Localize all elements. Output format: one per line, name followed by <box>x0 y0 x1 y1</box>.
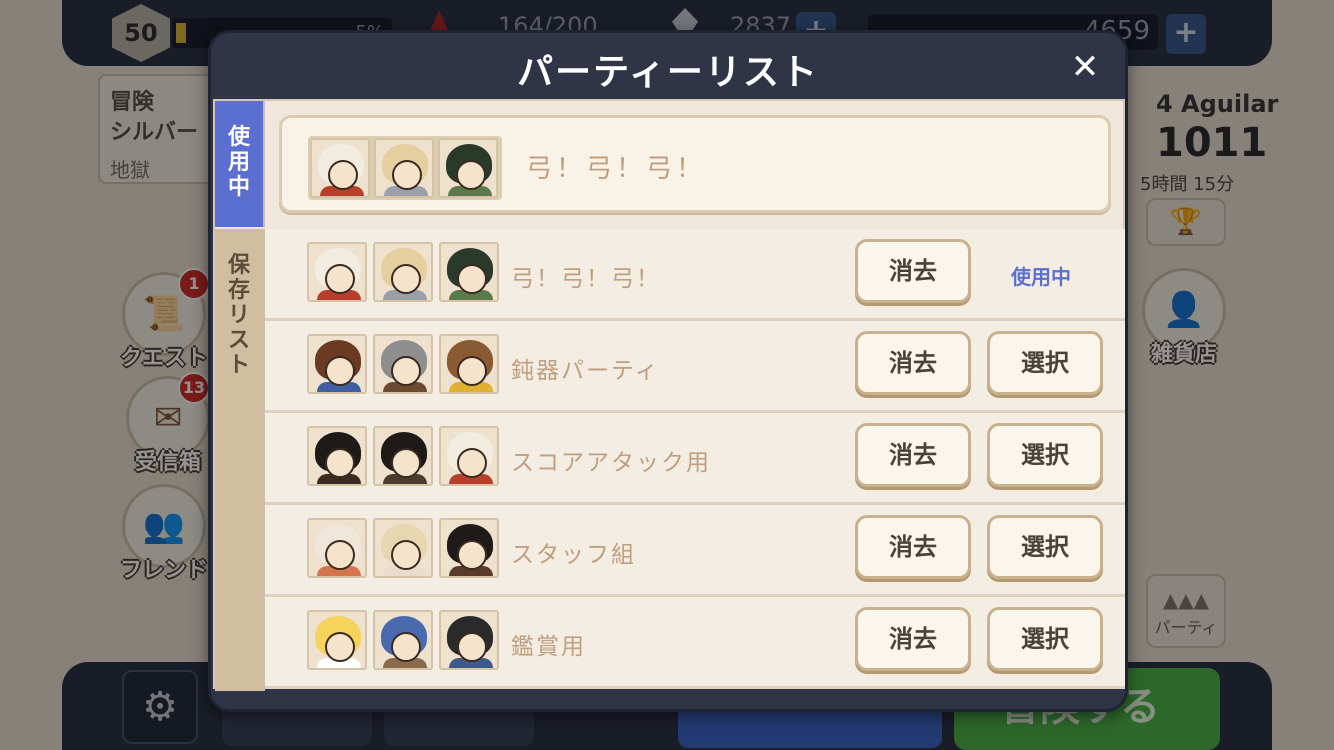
tab-saved-list[interactable]: 保 存 リ ス ト <box>215 229 265 691</box>
modal-body: 使 用 中 保 存 リ ス ト 弓！弓！弓！ 弓！弓！弓！ 消去 使用中鈍器パーティ… <box>213 99 1125 691</box>
tab-in-use-char: 中 <box>227 175 250 200</box>
portrait-face <box>391 540 421 570</box>
party-row: スタッフ組 消去 選択 <box>265 505 1125 597</box>
portrait-face <box>325 356 355 386</box>
portrait-face <box>457 448 487 478</box>
character-portrait <box>307 426 367 486</box>
character-portrait <box>439 242 499 302</box>
portrait-face <box>456 160 486 190</box>
character-portrait <box>307 334 367 394</box>
tab-in-use-char: 使 <box>227 125 250 150</box>
party-row-portraits <box>307 242 499 302</box>
character-portrait <box>307 518 367 578</box>
current-party-card: 弓！弓！弓！ <box>279 115 1111 213</box>
party-row-portraits <box>307 610 499 670</box>
character-portrait <box>439 426 499 486</box>
character-portrait <box>373 334 433 394</box>
select-button[interactable]: 選択 <box>987 331 1103 395</box>
portrait-face <box>391 264 421 294</box>
tab-saved-char: ト <box>227 353 250 378</box>
tab-saved-char: 存 <box>227 278 250 303</box>
party-name: 鑑賞用 <box>511 634 586 660</box>
party-row-portraits <box>307 426 499 486</box>
current-party-name: 弓！弓！弓！ <box>526 154 707 184</box>
character-portrait <box>307 610 367 670</box>
modal-title: パーティーリスト <box>517 52 819 93</box>
tab-saved-char: リ <box>227 303 250 328</box>
party-list-modal: パーティーリスト ✕ 使 用 中 保 存 リ ス ト 弓！弓！弓！ 弓！弓！弓！… <box>208 30 1128 712</box>
character-portrait <box>310 138 370 198</box>
character-portrait <box>374 138 434 198</box>
character-portrait <box>307 242 367 302</box>
party-name: スコアアタック用 <box>511 450 711 476</box>
tab-saved-char: ス <box>227 328 250 353</box>
delete-button[interactable]: 消去 <box>855 239 971 303</box>
portrait-face <box>391 356 421 386</box>
party-row-portraits <box>307 334 499 394</box>
character-portrait <box>439 610 499 670</box>
portrait-face <box>457 632 487 662</box>
party-name: スタッフ組 <box>511 542 636 568</box>
character-portrait <box>373 610 433 670</box>
character-portrait <box>373 242 433 302</box>
delete-button[interactable]: 消去 <box>855 423 971 487</box>
portrait-face <box>325 448 355 478</box>
close-icon[interactable]: ✕ <box>1065 47 1105 87</box>
portrait-face <box>325 632 355 662</box>
portrait-face <box>328 160 358 190</box>
select-button[interactable]: 選択 <box>987 515 1103 579</box>
select-button[interactable]: 選択 <box>987 423 1103 487</box>
select-button[interactable]: 選択 <box>987 607 1103 671</box>
tab-saved-char: 保 <box>227 253 250 278</box>
portrait-face <box>392 160 422 190</box>
delete-button[interactable]: 消去 <box>855 331 971 395</box>
portrait-face <box>325 540 355 570</box>
party-row: 弓！弓！弓！ 消去 使用中 <box>265 229 1125 321</box>
delete-button[interactable]: 消去 <box>855 515 971 579</box>
tab-in-use-char: 用 <box>227 150 250 175</box>
party-row: 鑑賞用 消去 選択 <box>265 597 1125 689</box>
portrait-face <box>325 264 355 294</box>
portrait-face <box>457 264 487 294</box>
portrait-face <box>391 632 421 662</box>
portrait-face <box>457 356 487 386</box>
character-portrait <box>439 518 499 578</box>
party-row: スコアアタック用 消去 選択 <box>265 413 1125 505</box>
party-row: 鈍器パーティ 消去 選択 <box>265 321 1125 413</box>
portrait-face <box>457 540 487 570</box>
in-use-label: 使用中 <box>1011 265 1071 289</box>
current-party-portraits <box>308 136 502 200</box>
delete-button[interactable]: 消去 <box>855 607 971 671</box>
party-name: 鈍器パーティ <box>511 358 660 384</box>
character-portrait <box>373 426 433 486</box>
character-portrait <box>439 334 499 394</box>
tab-in-use[interactable]: 使 用 中 <box>215 101 265 227</box>
party-name: 弓！弓！弓！ <box>511 266 661 292</box>
saved-party-list: 弓！弓！弓！ 消去 使用中 鈍器パーティ 消去 選択 スコアアタック用 消去 選択 スタッフ組 消去… <box>265 229 1125 689</box>
character-portrait <box>373 518 433 578</box>
portrait-face <box>391 448 421 478</box>
character-portrait <box>438 138 498 198</box>
party-row-portraits <box>307 518 499 578</box>
